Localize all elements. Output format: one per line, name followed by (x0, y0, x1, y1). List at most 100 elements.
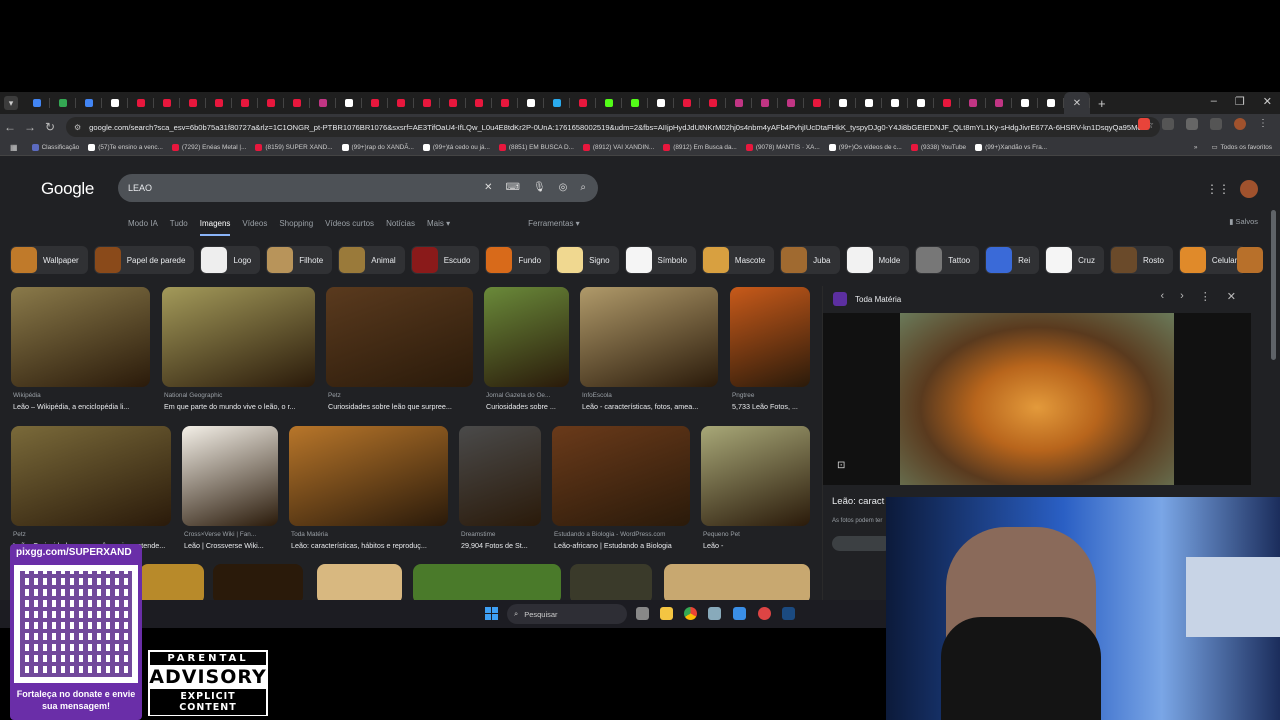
file-explorer-icon[interactable] (660, 607, 673, 620)
bookmark-item[interactable]: (8851) EM BUSCA D... (498, 144, 574, 151)
result-image[interactable] (570, 564, 652, 604)
suggestion-chip[interactable]: Filhote (266, 246, 333, 274)
browser-tab[interactable] (102, 92, 128, 114)
suggestion-chip[interactable]: Rosto (1110, 246, 1173, 274)
result-image[interactable] (182, 426, 278, 526)
lens-search-icon[interactable]: ⊡ (837, 460, 845, 471)
filter-tab[interactable]: Modo IA (128, 219, 158, 236)
bookmark-item[interactable]: (57)Te ensino a venc... (88, 144, 163, 151)
camera-lens-icon[interactable]: ◎ (559, 182, 568, 193)
result-image[interactable] (484, 287, 569, 387)
browser-tab[interactable] (50, 92, 76, 114)
next-icon[interactable]: › (1180, 290, 1184, 303)
previous-icon[interactable]: ‹ (1160, 290, 1164, 303)
browser-tab[interactable] (596, 92, 622, 114)
browser-tab[interactable] (570, 92, 596, 114)
apps-grid-icon[interactable]: ▦ (10, 143, 18, 152)
suggestion-chip[interactable]: Cruz (1045, 246, 1104, 274)
browser-tab[interactable] (440, 92, 466, 114)
settings-icon[interactable] (708, 607, 721, 620)
browser-tab[interactable] (830, 92, 856, 114)
clear-icon[interactable]: ✕ (484, 182, 492, 193)
result-caption[interactable]: Curiosidades sobre ... (486, 402, 571, 411)
result-caption[interactable]: Leão - características, fotos, amea... (582, 402, 720, 411)
suggestion-chip[interactable]: Símbolo (624, 246, 696, 274)
result-image[interactable] (730, 287, 810, 387)
result-source[interactable]: Jornal Gazeta do Oe... (486, 392, 571, 399)
browser-tab[interactable] (206, 92, 232, 114)
result-image[interactable] (326, 287, 473, 387)
reload-icon[interactable]: ↻ (40, 120, 60, 134)
suggestion-chip[interactable]: Mascote (701, 246, 775, 274)
taskbar-search[interactable]: ⌕ Pesquisar (507, 604, 627, 624)
filter-tab[interactable]: Tudo (170, 219, 188, 236)
suggestion-chip[interactable]: Papel de parede (93, 246, 195, 274)
result-image[interactable] (459, 426, 541, 526)
browser-tab[interactable] (414, 92, 440, 114)
result-image[interactable] (317, 564, 402, 604)
result-caption[interactable]: Leão | Crossverse Wiki... (184, 541, 280, 550)
browser-tab[interactable] (24, 92, 50, 114)
result-source[interactable]: Cross×Verse Wiki | Fan... (184, 531, 280, 538)
browser-tab[interactable] (726, 92, 752, 114)
all-bookmarks[interactable]: » ▭ Todos os favoritos (1194, 143, 1272, 152)
bookmark-item[interactable]: (99+)Xandão vs Fra... (975, 144, 1047, 151)
result-source[interactable]: Petz (13, 531, 173, 538)
suggestion-chip[interactable]: Tattoo (915, 246, 980, 274)
suggestion-chip[interactable]: Animal (338, 246, 405, 274)
suggestion-chip[interactable]: Signo (556, 246, 619, 274)
result-image[interactable] (580, 287, 718, 387)
result-source[interactable]: Toda Matéria (291, 531, 450, 538)
profile-icon[interactable] (1234, 118, 1246, 130)
extension-icon[interactable] (1162, 118, 1174, 130)
browser-tab[interactable]: ✕ (1064, 92, 1090, 114)
close-icon[interactable]: ✕ (1227, 290, 1236, 303)
result-image[interactable] (162, 287, 315, 387)
result-image[interactable] (140, 564, 204, 604)
result-caption[interactable]: 5,733 Leão Fotos, ... (732, 402, 812, 411)
bookmark-item[interactable]: (99+)tá cedo ou já... (422, 144, 490, 151)
search-icon[interactable]: ⌕ (580, 182, 586, 193)
avatar[interactable] (1240, 180, 1258, 198)
result-caption[interactable]: Leão-africano | Estudando a Biologia (554, 541, 692, 550)
result-source[interactable]: InfoEscola (582, 392, 720, 399)
bookmark-item[interactable]: (9338) YouTube (910, 144, 966, 151)
browser-tab[interactable] (856, 92, 882, 114)
browser-tab[interactable] (284, 92, 310, 114)
app-icon[interactable] (758, 607, 771, 620)
browser-tab[interactable] (544, 92, 570, 114)
suggestion-chip[interactable]: Wallpaper (10, 246, 88, 274)
tools-menu[interactable]: Ferramentas ▾ (528, 219, 580, 236)
extension-icon[interactable] (1138, 118, 1150, 130)
browser-tab[interactable] (986, 92, 1012, 114)
close-window-button[interactable]: ✕ (1263, 95, 1272, 108)
filter-tab[interactable]: Notícias (386, 219, 415, 236)
result-image[interactable] (11, 287, 150, 387)
result-caption[interactable]: Curiosidades sobre leão que surpree... (328, 402, 475, 411)
result-image[interactable] (413, 564, 561, 604)
result-source[interactable]: Petz (328, 392, 475, 399)
google-logo[interactable]: Google (41, 179, 94, 199)
browser-tab[interactable] (232, 92, 258, 114)
visit-button[interactable] (832, 536, 892, 551)
browser-tab[interactable] (76, 92, 102, 114)
suggestion-chip[interactable]: Logo (200, 246, 261, 274)
chip-overflow-thumb[interactable] (1237, 247, 1263, 273)
result-source[interactable]: Wikipédia (13, 392, 152, 399)
result-image[interactable] (701, 426, 810, 526)
more-options-icon[interactable]: ⋮ (1200, 290, 1211, 303)
browser-tab[interactable] (154, 92, 180, 114)
bookmark-item[interactable]: (99+)Os vídeos de c... (828, 144, 902, 151)
preview-source[interactable]: Toda Matéria (833, 292, 901, 306)
microphone-icon[interactable]: 🎙 (533, 182, 546, 193)
bookmark-item[interactable]: (7292) Enéas Metal |... (171, 144, 246, 151)
result-image[interactable] (11, 426, 171, 526)
filter-tab[interactable]: Vídeos curtos (325, 219, 374, 236)
keyboard-icon[interactable]: ⌨ (506, 182, 520, 193)
suggestion-chip[interactable]: Rei (985, 246, 1040, 274)
result-source[interactable]: Dreamstime (461, 531, 543, 538)
browser-tab[interactable] (960, 92, 986, 114)
chrome-icon[interactable] (684, 607, 697, 620)
filter-tab[interactable]: Vídeos (242, 219, 267, 236)
browser-tab[interactable] (700, 92, 726, 114)
